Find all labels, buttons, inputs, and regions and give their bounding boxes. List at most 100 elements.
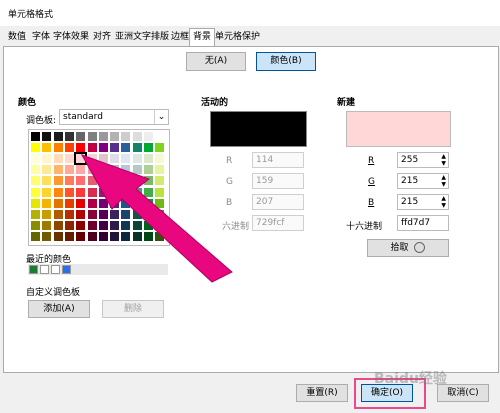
color-swatch[interactable] [64,165,74,175]
color-swatch[interactable] [31,231,40,241]
color-swatch[interactable] [53,220,63,230]
new-r-label: R [368,156,375,166]
new-b-label: B [368,198,375,208]
spinner-icon[interactable]: ▲ ▼ [441,195,446,209]
spinner-icon[interactable]: ▲ ▼ [441,174,446,188]
color-swatch[interactable] [53,176,63,186]
none-button[interactable]: 无(A) [186,52,246,71]
title-bar: 单元格格式 [0,0,500,26]
reset-button[interactable]: 重置(R) [296,384,348,402]
color-swatch[interactable] [64,132,74,141]
color-swatch[interactable] [31,132,40,141]
color-swatch[interactable] [42,198,52,208]
new-g-label: G [368,177,375,187]
color-button[interactable]: 颜色(B) [256,52,316,71]
color-swatch[interactable] [87,132,97,141]
tab-background[interactable]: 背景 [189,28,216,46]
tab-cell-protection[interactable]: 单元格保护 [215,30,260,44]
pick-button[interactable]: 拾取 [367,239,449,257]
color-swatch[interactable] [121,132,131,141]
color-swatch[interactable] [31,220,40,230]
color-swatch[interactable] [53,165,63,175]
color-swatch[interactable] [64,220,74,230]
palette-select-value: standard [63,112,103,122]
color-swatch[interactable] [64,187,74,197]
active-hex-field: 729fcf [252,215,304,231]
delete-button[interactable]: 删除 [102,300,164,318]
color-swatch[interactable] [42,187,52,197]
color-swatch[interactable] [31,187,40,197]
color-swatch[interactable] [31,154,40,164]
color-swatch[interactable] [42,143,52,153]
window-title: 单元格格式 [8,10,54,20]
color-swatch[interactable] [132,132,142,141]
custom-palette-heading: 自定义调色板 [26,288,81,298]
color-swatch[interactable] [31,198,40,208]
new-hex-label: 十六进制 [346,222,383,232]
new-r-field[interactable]: 255 ▲ ▼ [397,152,449,168]
color-swatch[interactable] [53,154,63,164]
color-swatch[interactable] [53,198,63,208]
new-heading: 新建 [337,98,356,108]
tab-borders[interactable]: 边框 [171,30,189,44]
active-b-field: 207 [252,194,304,210]
color-swatch[interactable] [53,187,63,197]
color-swatch[interactable] [31,143,40,153]
color-swatch[interactable] [53,209,63,219]
new-b-field[interactable]: 215 ▲ ▼ [397,194,449,210]
chevron-down-icon[interactable]: ⌄ [154,110,168,124]
palette-label: 调色板: [26,116,57,126]
new-r-value: 255 [401,155,419,165]
color-swatch[interactable] [42,176,52,186]
spinner-icon[interactable]: ▲ ▼ [441,153,446,167]
tab-bar: 数值 字体 字体效果 对齐 亚洲文字排版 边框 背景 单元格保护 [0,28,500,46]
tab-asian-typography[interactable]: 亚洲文字排版 [115,30,169,44]
recent-color-swatch[interactable] [29,265,38,274]
palette-select[interactable]: standard ⌄ [59,109,169,125]
color-swatch[interactable] [42,154,52,164]
recent-color-swatch[interactable] [51,265,60,274]
recent-color-swatch[interactable] [40,265,49,274]
color-swatch[interactable] [64,154,74,164]
color-swatch[interactable] [64,198,74,208]
color-swatch[interactable] [64,176,74,186]
color-swatch[interactable] [76,132,86,141]
active-color-preview [210,111,307,147]
active-r-field: 114 [252,152,304,168]
color-swatch[interactable] [64,209,74,219]
recent-color-swatch[interactable] [62,265,71,274]
color-swatch[interactable] [42,220,52,230]
color-swatch[interactable] [31,165,40,175]
color-swatch[interactable] [31,209,40,219]
color-swatch[interactable] [42,209,52,219]
color-swatch[interactable] [53,231,63,241]
color-swatch[interactable] [42,165,52,175]
color-swatch[interactable] [53,143,63,153]
tab-font[interactable]: 字体 [32,30,50,44]
color-swatch[interactable] [155,132,165,141]
color-swatch[interactable] [42,231,52,241]
add-button[interactable]: 添加(A) [28,300,90,318]
tab-font-effects[interactable]: 字体效果 [53,30,89,44]
new-g-field[interactable]: 215 ▲ ▼ [397,173,449,189]
active-heading: 活动的 [201,98,229,108]
color-swatch[interactable] [144,132,153,141]
new-hex-field[interactable]: ffd7d7 [397,215,449,231]
background-panel: 无(A) 颜色(B) 颜色 调色板: standard ⌄ 最近的颜色 自定义调… [3,46,499,373]
pick-button-label: 拾取 [390,243,409,253]
color-swatch[interactable] [64,231,74,241]
color-swatch[interactable] [110,132,120,141]
new-color-preview [346,111,451,147]
color-swatch[interactable] [42,132,52,141]
tab-alignment[interactable]: 对齐 [93,30,111,44]
new-b-value: 215 [401,197,419,207]
color-swatch[interactable] [64,143,74,153]
tab-number[interactable]: 数值 [8,30,26,44]
colors-heading: 颜色 [18,98,37,108]
color-swatch[interactable] [98,132,108,141]
color-picker-icon [414,242,426,253]
watermark: Baidu经验 [374,371,447,387]
color-swatch[interactable] [31,176,40,186]
color-swatch[interactable] [53,132,63,141]
new-g-value: 215 [401,176,419,186]
